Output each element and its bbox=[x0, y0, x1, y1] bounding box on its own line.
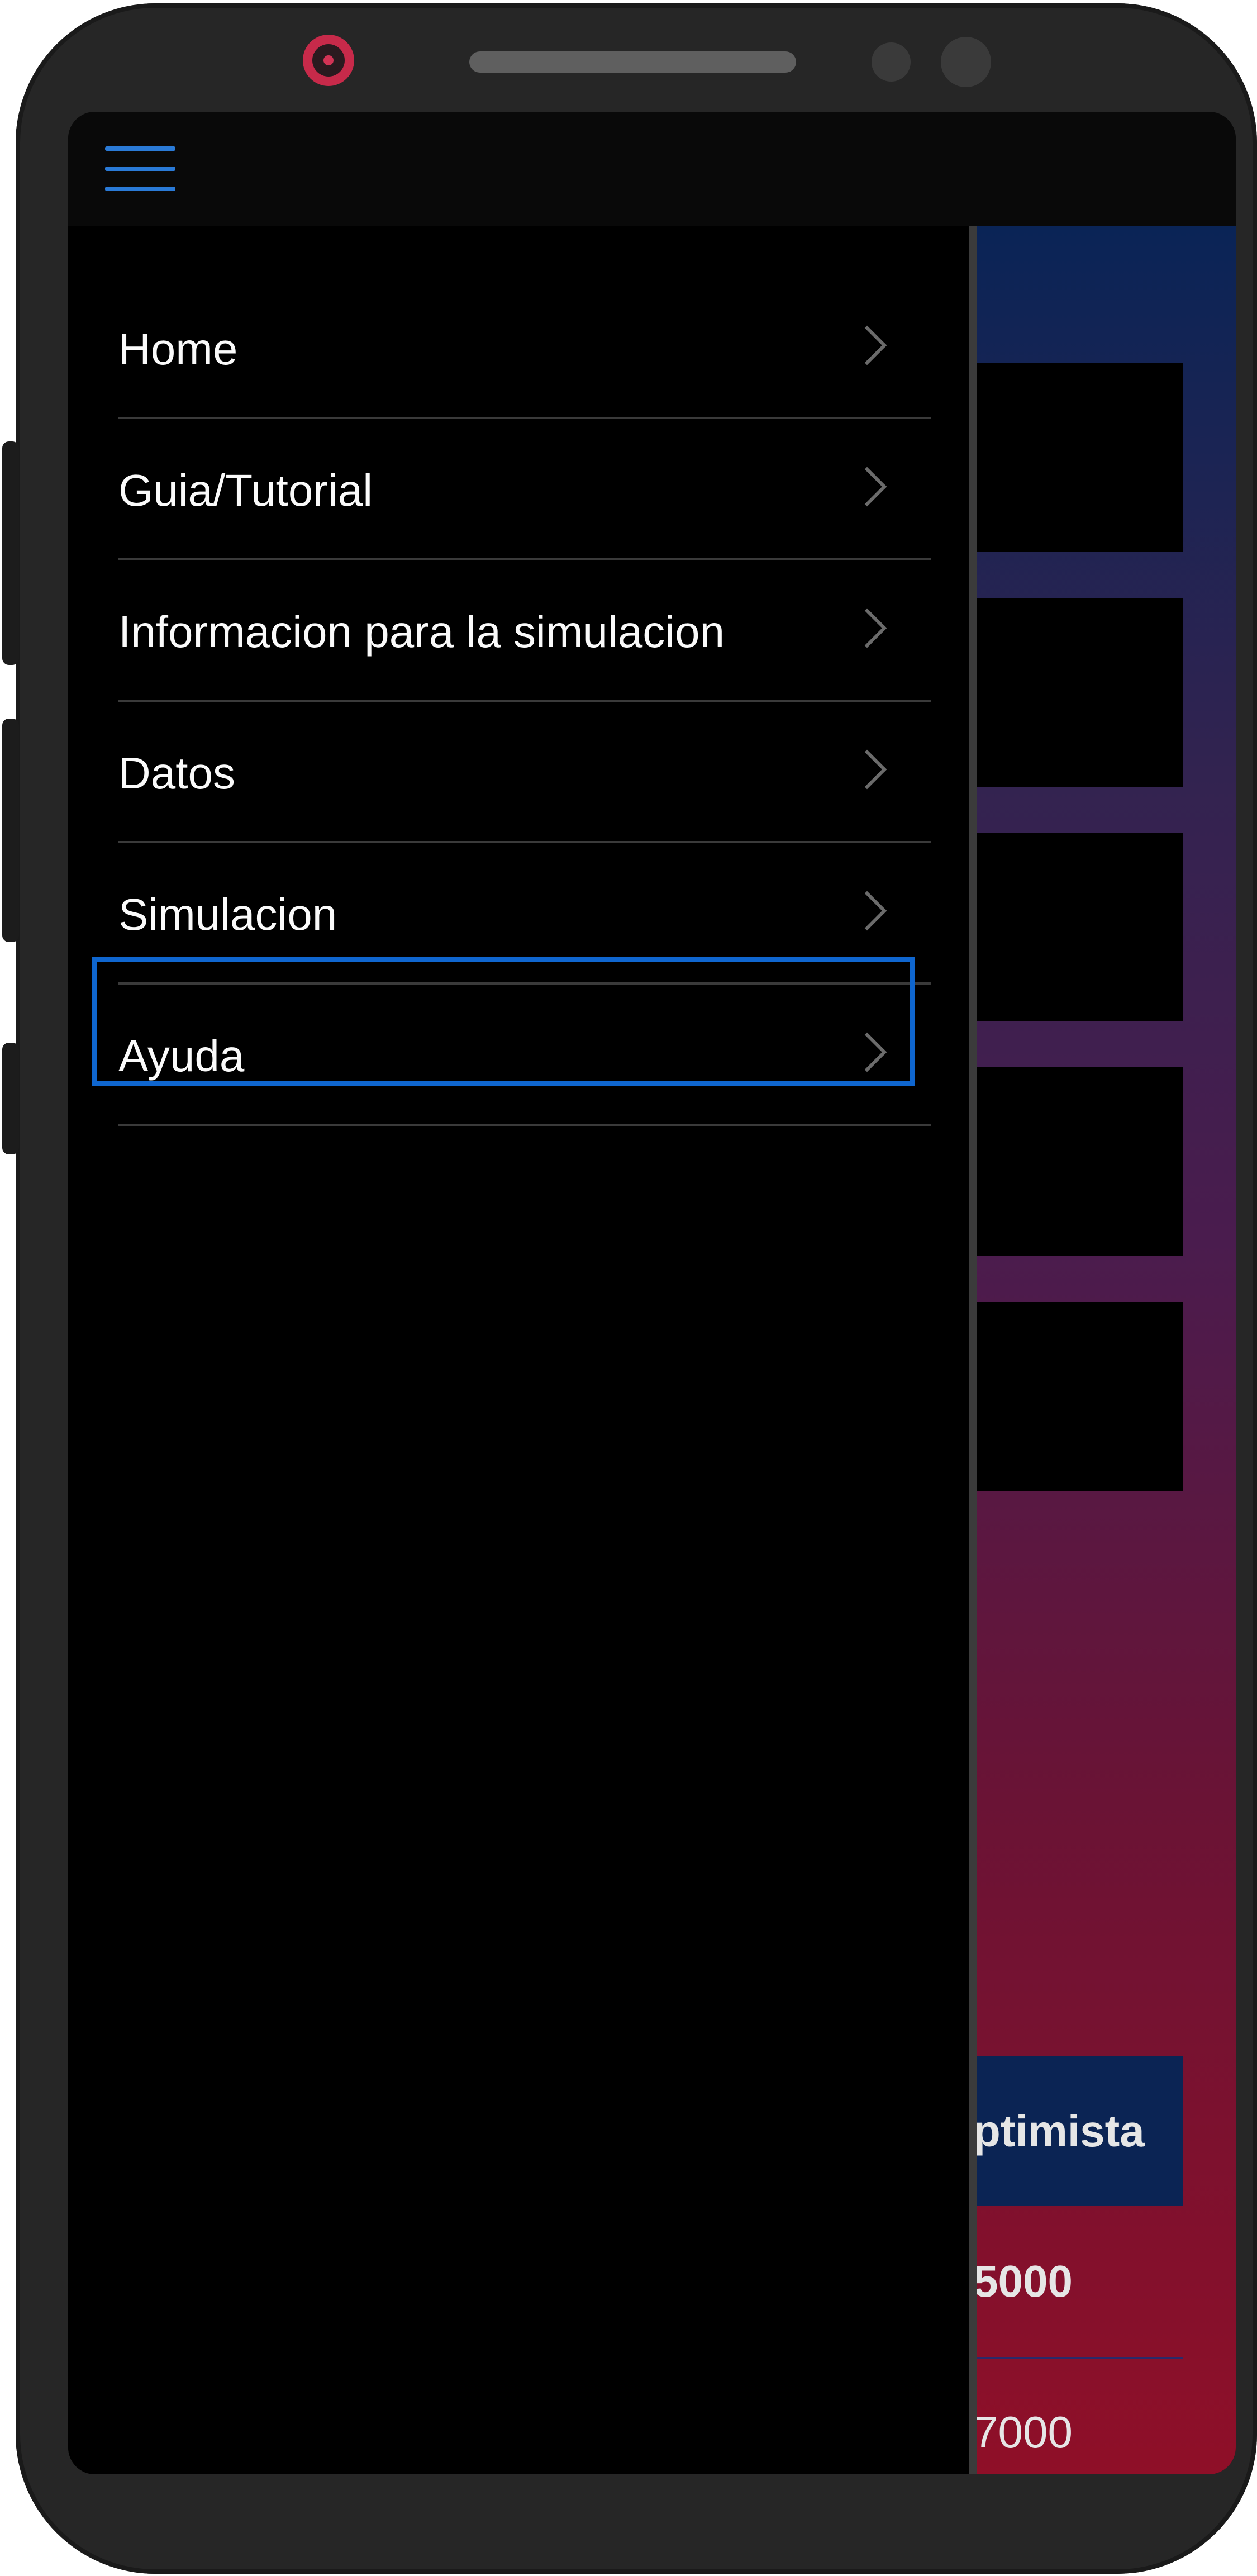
sensor bbox=[872, 42, 911, 82]
menu-item-informacion[interactable]: Informacion para la simulacion bbox=[118, 562, 931, 702]
app-screen: ptimista 5000 7000 Home Guia/Tutorial In… bbox=[68, 112, 1236, 2474]
selected-item-highlight bbox=[92, 957, 915, 1086]
app-header bbox=[68, 112, 1236, 228]
chevron-right-icon bbox=[847, 325, 887, 365]
chevron-right-icon bbox=[847, 749, 887, 790]
background-card bbox=[973, 1067, 1183, 1256]
menu-item-label: Datos bbox=[118, 748, 235, 798]
table-cell: 5000 bbox=[973, 2206, 1183, 2359]
divider bbox=[118, 700, 931, 702]
background-page: ptimista 5000 7000 bbox=[973, 226, 1236, 2474]
background-card bbox=[973, 363, 1183, 552]
chevron-right-icon bbox=[847, 608, 887, 648]
front-camera bbox=[303, 35, 354, 86]
side-button bbox=[2, 1043, 19, 1154]
background-card bbox=[973, 598, 1183, 787]
menu-item-guia-tutorial[interactable]: Guia/Tutorial bbox=[118, 421, 931, 560]
chevron-right-icon bbox=[847, 467, 887, 507]
speaker-grille bbox=[469, 51, 796, 73]
side-button bbox=[2, 441, 19, 665]
side-button bbox=[2, 719, 19, 942]
menu-item-datos[interactable]: Datos bbox=[118, 704, 931, 843]
background-card bbox=[973, 833, 1183, 1021]
background-card bbox=[973, 1302, 1183, 1491]
divider bbox=[118, 841, 931, 843]
menu-icon[interactable] bbox=[105, 146, 178, 191]
table-cell: 7000 bbox=[973, 2357, 1183, 2474]
divider bbox=[118, 1124, 931, 1126]
table-header: ptimista bbox=[973, 2056, 1183, 2206]
menu-item-label: Informacion para la simulacion bbox=[118, 607, 725, 657]
divider bbox=[118, 417, 931, 419]
sensor bbox=[941, 37, 991, 87]
menu-item-home[interactable]: Home bbox=[118, 279, 931, 419]
chevron-right-icon bbox=[847, 891, 887, 931]
menu-item-label: Guia/Tutorial bbox=[118, 465, 373, 515]
menu-item-label: Home bbox=[118, 324, 238, 374]
phone-frame: ptimista 5000 7000 Home Guia/Tutorial In… bbox=[2, 3, 1257, 2574]
divider bbox=[118, 558, 931, 560]
navigation-drawer: Home Guia/Tutorial Informacion para la s… bbox=[68, 226, 977, 2474]
